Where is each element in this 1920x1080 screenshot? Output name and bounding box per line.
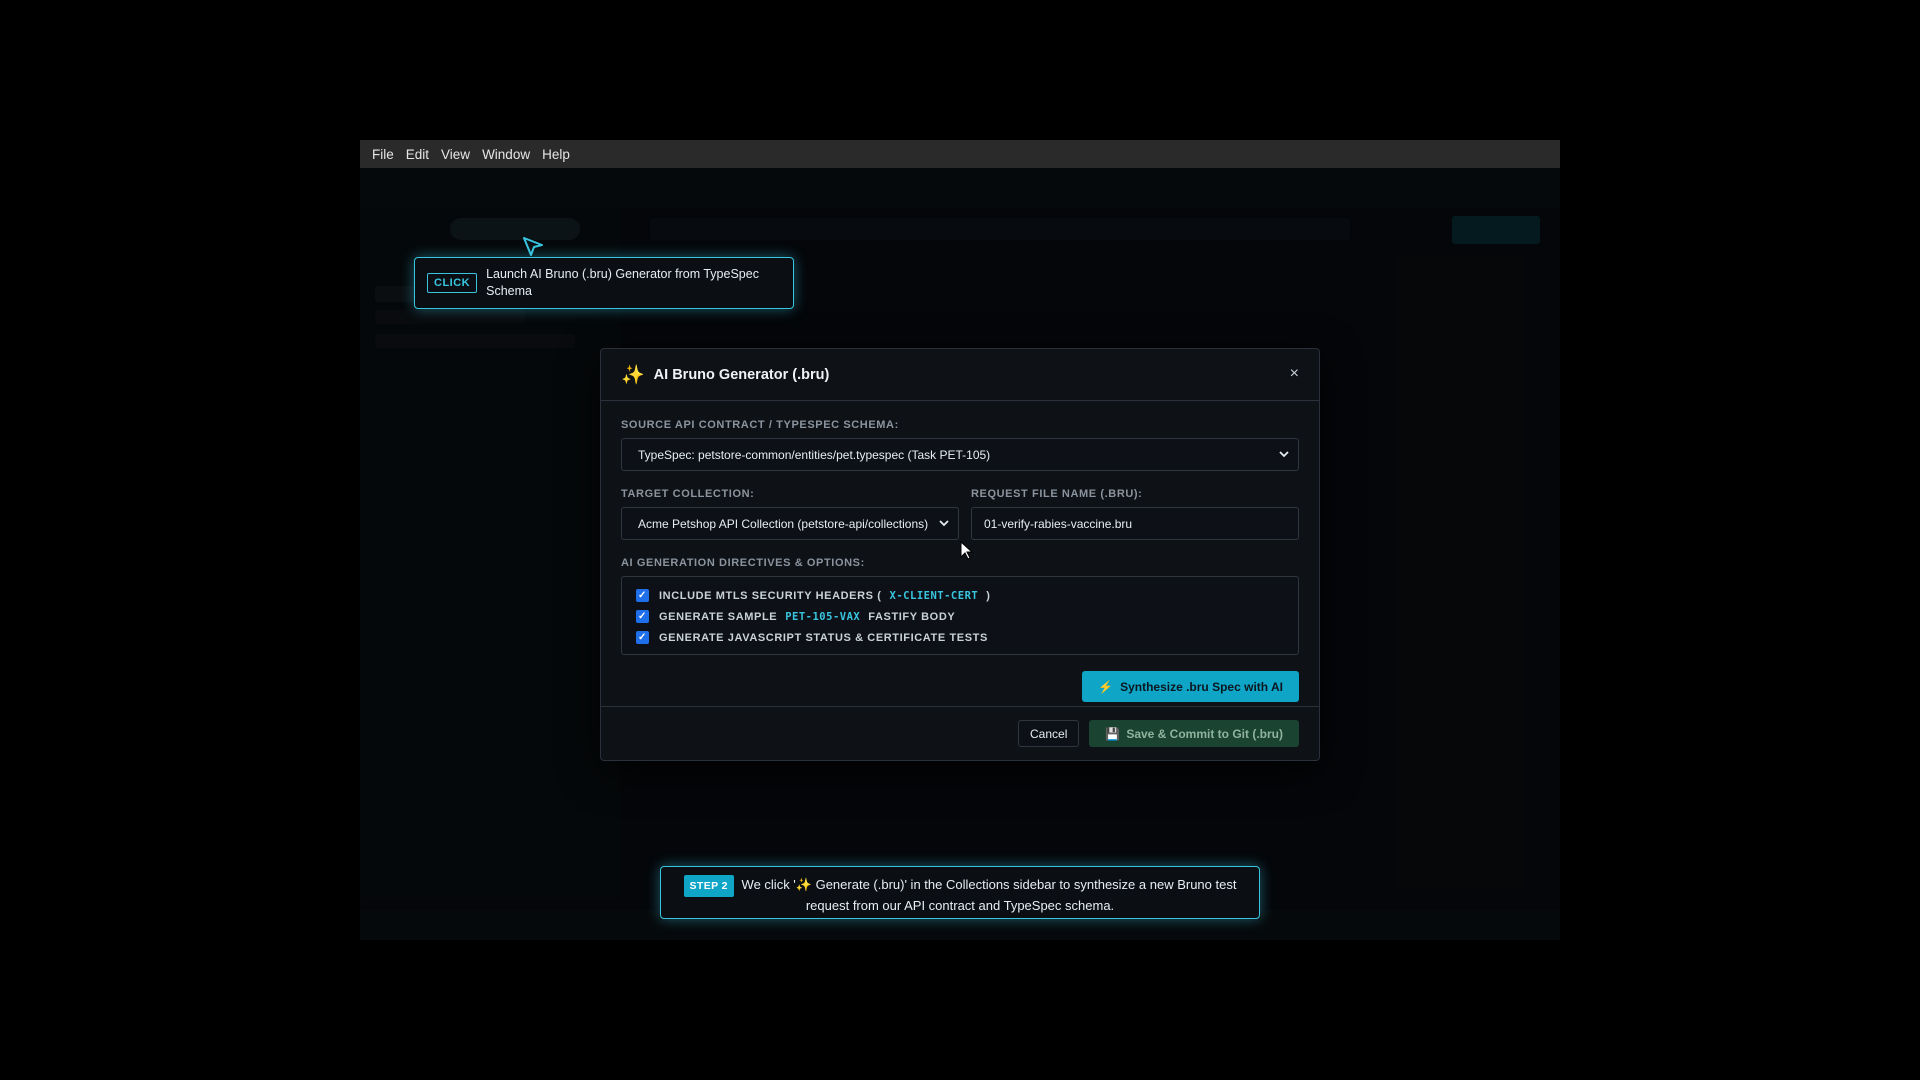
- synthesize-button[interactable]: ⚡ Synthesize .bru Spec with AI: [1082, 671, 1299, 702]
- chevron-down-icon: [939, 520, 949, 527]
- save-commit-label: Save & Commit to Git (.bru): [1126, 726, 1283, 741]
- floppy-disk-icon: 💾: [1105, 726, 1121, 741]
- option-code: X-CLIENT-CERT: [889, 589, 979, 602]
- request-filename-label: REQUEST FILE NAME (.BRU):: [971, 488, 1143, 500]
- target-collection-select[interactable]: Acme Petshop API Collection (petstore-ap…: [621, 507, 959, 540]
- menu-help[interactable]: Help: [536, 147, 576, 162]
- cancel-button[interactable]: Cancel: [1018, 720, 1080, 747]
- close-icon[interactable]: ×: [1290, 366, 1299, 382]
- menu-file[interactable]: File: [366, 147, 400, 162]
- collection-filename-row: TARGET COLLECTION: Acme Petshop API Coll…: [621, 488, 1299, 540]
- option-text: ): [986, 589, 991, 602]
- synthesize-row: ⚡ Synthesize .bru Spec with AI: [621, 671, 1299, 702]
- target-collection-value: Acme Petshop API Collection (petstore-ap…: [638, 516, 929, 531]
- lightning-icon: ⚡: [1098, 679, 1114, 694]
- menu-view[interactable]: View: [435, 147, 476, 162]
- click-callout-text: Launch AI Bruno (.bru) Generator from Ty…: [486, 267, 759, 298]
- synthesize-label: Synthesize .bru Spec with AI: [1120, 679, 1283, 694]
- option-js-tests[interactable]: ✓ GENERATE JAVASCRIPT STATUS & CERTIFICA…: [636, 627, 1284, 648]
- option-text: INCLUDE MTLS SECURITY HEADERS (: [659, 589, 882, 602]
- request-filename-input[interactable]: 01-verify-rabies-vaccine.bru: [971, 507, 1299, 540]
- checkbox-js-tests[interactable]: ✓: [636, 631, 649, 644]
- menubar: File Edit View Window Help: [360, 140, 1560, 168]
- option-text: FASTIFY BODY: [868, 610, 956, 623]
- option-text: GENERATE JAVASCRIPT STATUS & CERTIFICATE…: [659, 631, 988, 644]
- option-sample-body[interactable]: ✓ GENERATE SAMPLE PET-105-VAX FASTIFY BO…: [636, 606, 1284, 627]
- target-collection-group: TARGET COLLECTION: Acme Petshop API Coll…: [621, 488, 959, 540]
- step-badge: STEP 2: [683, 875, 734, 897]
- option-text: GENERATE SAMPLE: [659, 610, 778, 623]
- option-mtls-headers[interactable]: ✓ INCLUDE MTLS SECURITY HEADERS ( X-CLIE…: [636, 585, 1284, 606]
- mouse-cursor-icon: [960, 541, 974, 560]
- click-badge: CLICK: [427, 273, 478, 293]
- source-schema-label: SOURCE API CONTRACT / TYPESPEC SCHEMA:: [621, 419, 899, 431]
- menu-window[interactable]: Window: [476, 147, 536, 162]
- menu-edit[interactable]: Edit: [400, 147, 435, 162]
- save-commit-button[interactable]: 💾 Save & Commit to Git (.bru): [1089, 720, 1299, 747]
- filename-group: REQUEST FILE NAME (.BRU): 01-verify-rabi…: [971, 488, 1299, 540]
- pointer-arrow-icon: [523, 237, 543, 256]
- checkbox-sample-body[interactable]: ✓: [636, 610, 649, 623]
- chevron-down-icon: [1279, 451, 1289, 458]
- source-schema-select[interactable]: TypeSpec: petstore-common/entities/pet.t…: [621, 438, 1299, 471]
- source-schema-value: TypeSpec: petstore-common/entities/pet.t…: [638, 447, 991, 462]
- sparkles-icon: ✨: [621, 364, 645, 386]
- click-callout: CLICK Launch AI Bruno (.bru) Generator f…: [414, 257, 794, 309]
- modal-title: AI Bruno Generator (.bru): [653, 366, 830, 383]
- checkbox-mtls-headers[interactable]: ✓: [636, 589, 649, 602]
- modal-footer: Cancel 💾 Save & Commit to Git (.bru): [601, 706, 1319, 760]
- option-code: PET-105-VAX: [785, 610, 861, 623]
- modal-header: ✨ AI Bruno Generator (.bru) ×: [601, 349, 1319, 401]
- directives-options: ✓ INCLUDE MTLS SECURITY HEADERS ( X-CLIE…: [621, 576, 1299, 655]
- step-callout-text: We click '✨ Generate (.bru)' in the Coll…: [741, 877, 1237, 913]
- target-collection-label: TARGET COLLECTION:: [621, 488, 755, 500]
- step-callout: STEP 2 We click '✨ Generate (.bru)' in t…: [660, 866, 1260, 919]
